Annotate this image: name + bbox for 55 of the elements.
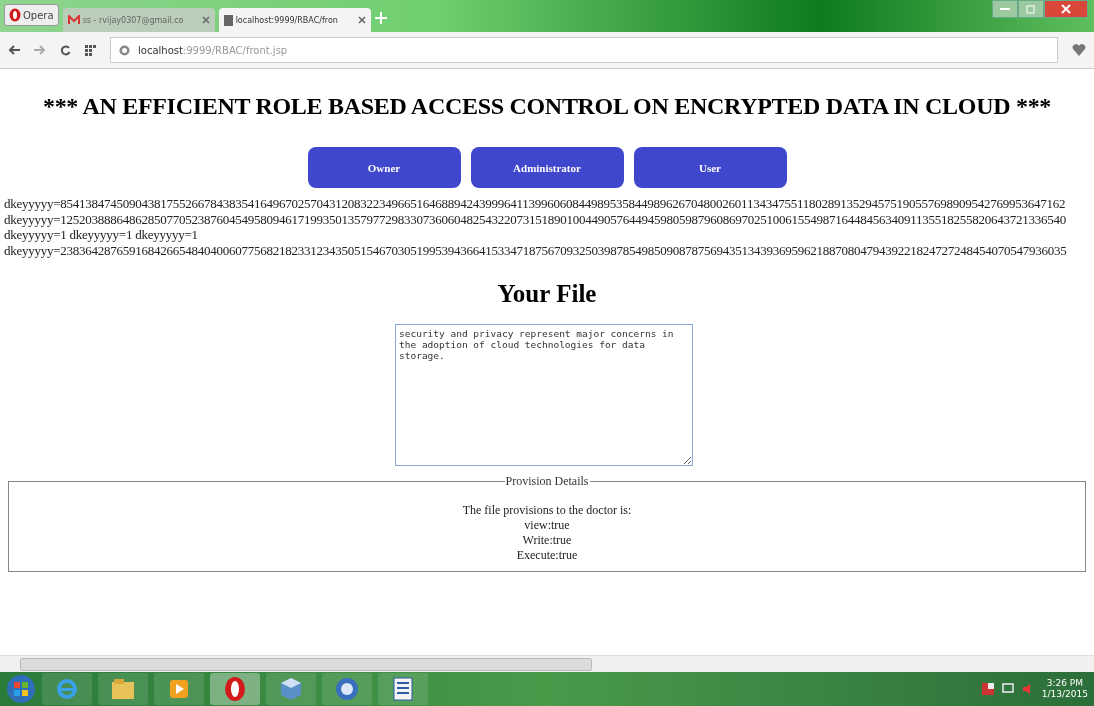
- restore-icon: [1026, 4, 1036, 14]
- scroll-thumb[interactable]: [20, 657, 592, 671]
- opera-logo-icon: [9, 8, 21, 22]
- disc-icon: [335, 677, 359, 701]
- opera-menu-button[interactable]: Opera: [4, 4, 59, 26]
- document-icon: [392, 677, 414, 701]
- flag-icon[interactable]: [981, 683, 994, 695]
- start-orb-icon[interactable]: [6, 674, 36, 704]
- role-button[interactable]: Administrator: [470, 147, 624, 188]
- key-line: dkeyyyyy=1 dkeyyyyy=1 dkeyyyyy=1: [4, 227, 199, 243]
- file-heading: Your File: [496, 280, 598, 308]
- browser-tab[interactable]: localhost:9999/RBAC/fron: [218, 8, 371, 32]
- taskbar-app-button[interactable]: [378, 673, 428, 705]
- key-line: dkeyyyyy=85413847450904381755266784383541649670257043120832234966516468894243999641139960608449895358449896267048002601134347551180289135294575190557698909542769953647162: [4, 196, 1067, 212]
- page-title: *** AN EFFICIENT ROLE BASED ACCESS CONTROL ON ENCRYPTED DATA IN CLOUD ***: [41, 92, 1053, 121]
- provision-line: The file provisions to the doctor is:: [462, 503, 632, 518]
- provision-legend: Provision Details: [504, 474, 590, 489]
- provision-line: Execute:true: [516, 548, 578, 563]
- provision-line: view:true: [524, 518, 570, 533]
- address-field[interactable]: localhost:9999/RBAC/front.jsp: [110, 37, 1058, 63]
- heart-icon[interactable]: [1072, 44, 1086, 56]
- browser-tab[interactable]: ss - rvijay0307@gmail.co: [62, 8, 215, 32]
- minimize-button[interactable]: [992, 0, 1018, 18]
- close-icon[interactable]: [201, 16, 210, 24]
- taskbar-app-button[interactable]: [154, 673, 204, 705]
- key-line: dkeyyyyy=12520388864862850770523876045495809461719935013579772983307360604825432207315189010044905764494598059879608697025100615549871644845634091135518255820643721336540: [4, 211, 1068, 227]
- role-button[interactable]: User: [633, 147, 787, 188]
- reload-icon[interactable]: [60, 44, 71, 56]
- close-icon: [1061, 4, 1071, 14]
- minimize-icon: [1000, 7, 1010, 11]
- restore-button[interactable]: [1018, 0, 1044, 18]
- close-icon[interactable]: [357, 16, 366, 24]
- back-icon[interactable]: [8, 45, 20, 55]
- file-text-area[interactable]: security and privacy represent major concerns in the adoption of cloud technologies for data storage.: [395, 324, 693, 466]
- role-button[interactable]: Owner: [307, 147, 461, 188]
- page-icon: [223, 14, 233, 26]
- mail-icon: [67, 15, 80, 25]
- forward-icon[interactable]: [34, 45, 46, 55]
- cube-icon: [279, 677, 303, 701]
- media-player-icon: [169, 679, 189, 699]
- browser-e-icon: [55, 677, 79, 701]
- taskbar-app-button[interactable]: [266, 673, 316, 705]
- taskbar-app-button[interactable]: [322, 673, 372, 705]
- network-icon[interactable]: [1001, 683, 1014, 695]
- key-line: dkeyyyyy=23836428765916842665484040060775682182331234350515467030519953943664153347187567093250398785498509087875694351343936959621887080479439221824727248454070547936035: [4, 242, 1068, 258]
- clock[interactable]: 3:26 PM 1/13/2015: [1041, 678, 1088, 700]
- globe-icon: [119, 44, 130, 56]
- taskbar-app-button[interactable]: [210, 673, 260, 705]
- horizontal-scrollbar[interactable]: [0, 655, 1094, 672]
- grid-icon[interactable]: [85, 44, 96, 56]
- opera-icon: [224, 676, 246, 702]
- new-tab-icon[interactable]: [374, 12, 387, 24]
- close-button[interactable]: [1044, 0, 1088, 18]
- provision-line: Write:true: [522, 533, 572, 548]
- folder-icon: [111, 678, 135, 700]
